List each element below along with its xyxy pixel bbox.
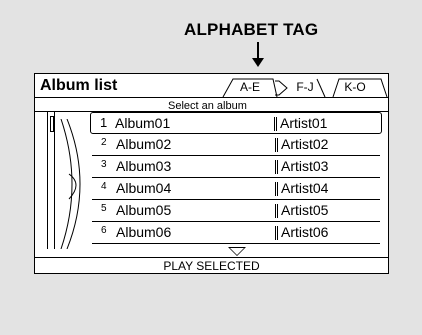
album-list-screen: Album list A-E F-J K-O Select an album 1…	[34, 73, 389, 274]
column-separator	[275, 226, 278, 240]
tab-a-e[interactable]: A-E	[229, 79, 271, 96]
artist-name: Artist05	[281, 202, 329, 218]
tab-f-j[interactable]: F-J	[283, 79, 327, 96]
row-number: 1	[100, 115, 108, 130]
callout-arrow-head	[252, 58, 264, 67]
album-row-5[interactable]: 5 Album05 Artist05	[92, 200, 380, 222]
column-separator	[275, 160, 278, 174]
row-number: 4	[101, 181, 107, 192]
album-row-4[interactable]: 4 Album04 Artist04	[92, 178, 380, 200]
album-name: Album03	[116, 158, 172, 174]
album-name: Album02	[116, 136, 172, 152]
scrollbar-track[interactable]	[47, 112, 55, 249]
artist-name: Artist04	[281, 180, 329, 196]
row-number: 6	[101, 225, 107, 236]
scroll-down-arrow-fill	[230, 248, 244, 255]
play-selected-button[interactable]: PLAY SELECTED	[35, 259, 388, 273]
album-list: 1 Album01 Artist01 2 Album02 Artist02 3 …	[90, 112, 382, 244]
column-separator	[275, 138, 278, 152]
column-separator	[275, 182, 278, 196]
album-name: Album01	[115, 115, 171, 131]
album-name: Album04	[116, 180, 172, 196]
album-row-2[interactable]: 2 Album02 Artist02	[92, 134, 380, 156]
alphabet-tag-callout: ALPHABET TAG	[184, 20, 319, 39]
header-divider	[35, 97, 388, 98]
column-separator	[274, 117, 277, 131]
footer-divider	[35, 257, 388, 258]
tab-k-o[interactable]: K-O	[325, 79, 385, 96]
screen-header: Album list A-E F-J K-O Select an album	[35, 74, 388, 112]
album-name: Album06	[116, 224, 172, 240]
album-row-6[interactable]: 6 Album06 Artist06	[92, 222, 380, 244]
artist-name: Artist02	[281, 136, 329, 152]
dial-curve-graphic	[60, 119, 81, 249]
album-row-1[interactable]: 1 Album01 Artist01	[90, 112, 382, 134]
scrollbar-thumb[interactable]	[50, 116, 54, 132]
row-number: 2	[101, 137, 107, 148]
album-row-3[interactable]: 3 Album03 Artist03	[92, 156, 380, 178]
artist-name: Artist03	[281, 158, 329, 174]
row-number: 3	[101, 159, 107, 170]
album-name: Album05	[116, 202, 172, 218]
page-title: Album list	[40, 77, 118, 94]
artist-name: Artist06	[281, 224, 329, 240]
artist-name: Artist01	[280, 115, 328, 131]
row-number: 5	[101, 203, 107, 214]
column-separator	[275, 204, 278, 218]
